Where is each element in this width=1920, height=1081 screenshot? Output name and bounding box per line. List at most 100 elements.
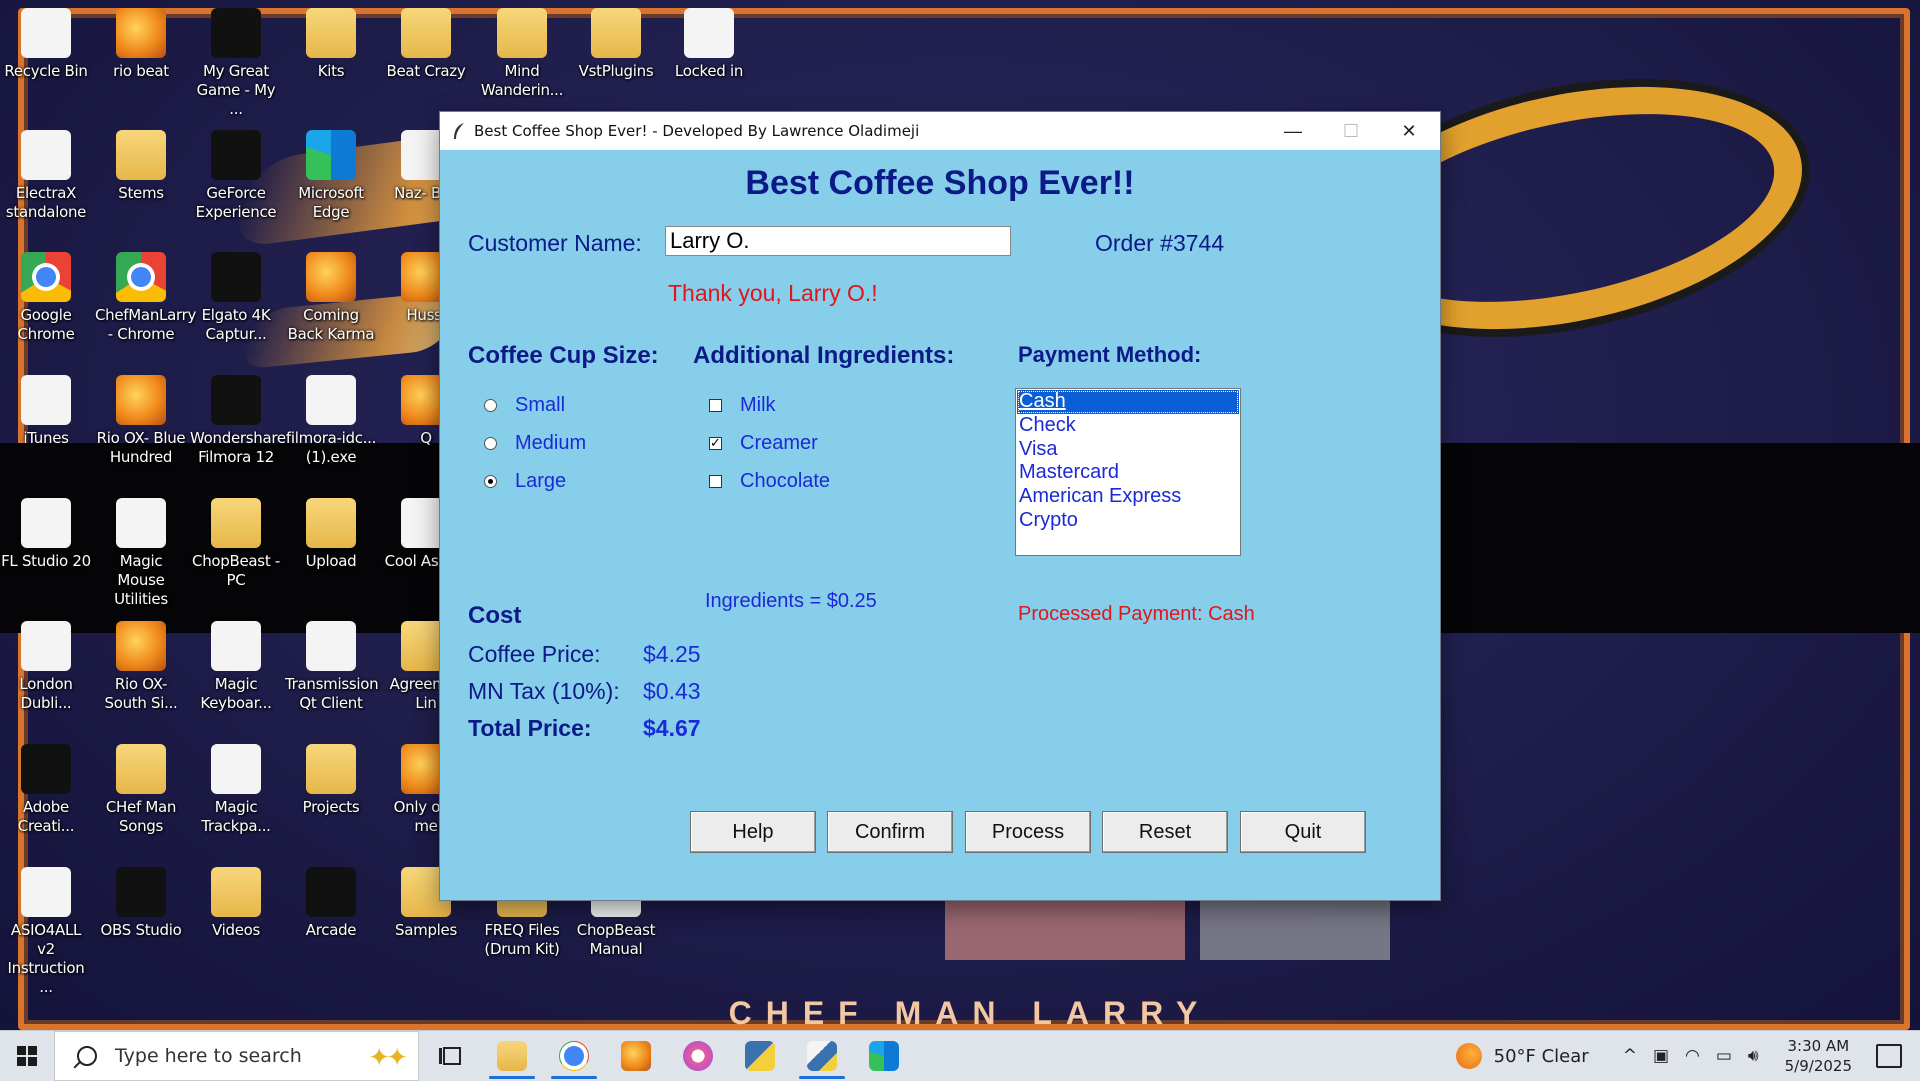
desktop-icon[interactable]: Kits (285, 8, 377, 81)
start-button[interactable] (0, 1031, 54, 1081)
desktop-icon[interactable]: Videos (190, 867, 282, 940)
clock[interactable]: 3:30 AM 5/9/2025 (1785, 1036, 1852, 1076)
ingredient-creamer[interactable]: ✓ Creamer (709, 432, 818, 455)
desktop-icon[interactable]: Transmission Qt Client (285, 621, 379, 713)
app-icon (116, 744, 166, 794)
window-titlebar[interactable]: Best Coffee Shop Ever! - Developed By La… (440, 112, 1440, 150)
taskbar-chrome[interactable] (543, 1031, 605, 1081)
desktop-icon[interactable]: ElectraX standalone (0, 130, 92, 222)
ingredient-chocolate[interactable]: Chocolate (709, 470, 830, 493)
desktop-icon[interactable]: Adobe Creati... (0, 744, 92, 836)
desktop-icon[interactable]: Upload (285, 498, 377, 571)
ingredients-cost: Ingredients = $0.25 (705, 590, 877, 612)
minimize-button[interactable]: — (1264, 112, 1322, 150)
desktop-icon[interactable]: filmora-idc... (1).exe (285, 375, 377, 467)
desktop-icon[interactable]: Magic Mouse Utilities (95, 498, 187, 609)
desktop-icon[interactable]: Microsoft Edge (285, 130, 377, 222)
taskbar-python-app[interactable] (791, 1031, 853, 1081)
chevron-up-icon[interactable]: ^ (1623, 1046, 1637, 1066)
desktop-icon-label: Magic Trackpa... (201, 798, 271, 835)
close-button[interactable]: ✕ (1380, 112, 1438, 150)
desktop-icon[interactable]: Beat Crazy (380, 8, 472, 81)
volume-icon[interactable]: 🔊︎ (1748, 1046, 1759, 1066)
payment-option-amex[interactable]: American Express (1017, 485, 1239, 509)
payment-option-mastercard[interactable]: Mastercard (1017, 461, 1239, 485)
meet-icon[interactable]: ▣ (1653, 1046, 1669, 1066)
task-view-button[interactable] (419, 1031, 481, 1081)
desktop-icon[interactable]: Coming Back Karma (285, 252, 377, 344)
wallpaper-tagline: CHEF MAN LARRY (728, 995, 1212, 1030)
weather-widget[interactable]: 50°F Clear (1455, 1043, 1589, 1069)
size-label: Small (515, 394, 566, 416)
desktop-icon[interactable]: Mind Wanderin... (476, 8, 568, 100)
taskbar-python-idle[interactable] (729, 1031, 791, 1081)
app-icon (116, 867, 166, 917)
process-button[interactable]: Process (965, 811, 1091, 853)
taskbar-fl-studio[interactable] (605, 1031, 667, 1081)
app-icon (211, 375, 261, 425)
payment-option-check[interactable]: Check (1017, 414, 1239, 438)
notification-icon[interactable] (1876, 1044, 1902, 1068)
desktop-icon[interactable]: London Dubli... (0, 621, 92, 713)
desktop-icon[interactable]: Google Chrome (0, 252, 92, 344)
desktop-icon-label: ChefManLarry - Chrome (95, 306, 197, 343)
confirm-button[interactable]: Confirm (827, 811, 953, 853)
desktop-icon-label: London Dubli... (19, 675, 73, 712)
desktop-icon[interactable]: Elgato 4K Captur... (190, 252, 282, 344)
payment-option-cash[interactable]: Cash (1017, 390, 1239, 414)
desktop-icon[interactable]: ChopBeast - PC (190, 498, 282, 590)
battery-icon[interactable]: ▭ (1716, 1046, 1732, 1066)
size-option-large[interactable]: Large (484, 470, 566, 493)
help-button[interactable]: Help (690, 811, 816, 853)
desktop-icon[interactable]: Stems (95, 130, 187, 203)
size-option-medium[interactable]: Medium (484, 432, 586, 455)
customer-name-input[interactable] (665, 226, 1011, 256)
desktop-icon[interactable]: ASIO4ALL v2 Instruction ... (0, 867, 92, 997)
desktop-icon-label: Kits (317, 62, 345, 80)
desktop-icon[interactable]: iTunes (0, 375, 92, 448)
ingredients-header: Additional Ingredients: (693, 342, 955, 369)
app-icon (116, 130, 166, 180)
desktop-icon[interactable]: OBS Studio (95, 867, 187, 940)
desktop-icon[interactable]: Recycle Bin (0, 8, 92, 81)
desktop-icon-label: rio beat (113, 62, 169, 80)
ingredient-label: Milk (740, 394, 776, 416)
reset-button[interactable]: Reset (1102, 811, 1228, 853)
desktop-icon[interactable]: FL Studio 20 (0, 498, 92, 571)
payment-option-crypto[interactable]: Crypto (1017, 509, 1239, 533)
desktop-icon-label: Rio OX- Blue Hundred (96, 429, 186, 466)
desktop-icon[interactable]: Wondershare Filmora 12 (190, 375, 286, 467)
taskbar-edge[interactable] (853, 1031, 915, 1081)
desktop-icon[interactable]: My Great Game - My ... (190, 8, 282, 119)
task-view-icon (439, 1047, 461, 1065)
sparkle-icon: ✦✦ (368, 1042, 408, 1072)
ingredient-milk[interactable]: Milk (709, 394, 776, 417)
desktop-icon[interactable]: VstPlugins (570, 8, 662, 81)
desktop-icon[interactable]: CHef Man Songs (95, 744, 187, 836)
size-option-small[interactable]: Small (484, 394, 565, 417)
desktop-icon[interactable]: Locked in (663, 8, 755, 81)
app-icon (211, 621, 261, 671)
desktop-icon[interactable]: Magic Keyboar... (190, 621, 282, 713)
payment-option-visa[interactable]: Visa (1017, 438, 1239, 462)
desktop-icon[interactable]: Rio OX- Blue Hundred (95, 375, 187, 467)
desktop-icon[interactable]: GeForce Experience (190, 130, 282, 222)
payment-method-list[interactable]: Cash Check Visa Mastercard American Expr… (1015, 388, 1241, 556)
search-placeholder: Type here to search (115, 1045, 302, 1067)
desktop-icon-label: Elgato 4K Captur... (201, 306, 271, 343)
desktop-icon[interactable]: Arcade (285, 867, 377, 940)
desktop-icon[interactable]: Magic Trackpa... (190, 744, 282, 836)
desktop-icon[interactable]: Rio OX- South Si... (95, 621, 187, 713)
taskbar-itunes[interactable] (667, 1031, 729, 1081)
order-number: Order #3744 (1095, 230, 1225, 256)
taskbar-search[interactable]: Type here to search ✦✦ (54, 1031, 419, 1081)
desktop-icon-label: Arcade (305, 921, 357, 939)
desktop-icon[interactable]: ChefManLarry - Chrome (95, 252, 197, 344)
taskbar-file-explorer[interactable] (481, 1031, 543, 1081)
app-icon (21, 498, 71, 548)
desktop-icon[interactable]: rio beat (95, 8, 187, 81)
wifi-icon[interactable]: ◠ (1685, 1046, 1700, 1066)
quit-button[interactable]: Quit (1240, 811, 1366, 853)
maximize-button[interactable]: ☐ (1322, 112, 1380, 150)
desktop-icon[interactable]: Projects (285, 744, 377, 817)
